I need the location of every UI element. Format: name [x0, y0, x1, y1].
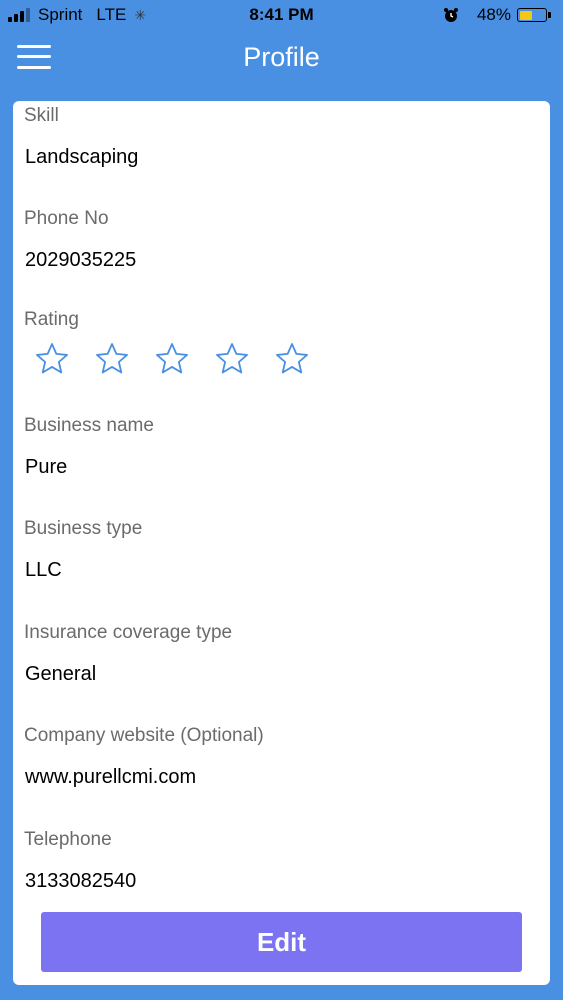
rating-label: Rating: [24, 309, 79, 330]
battery-nub: [548, 12, 551, 18]
page-title: Profile: [243, 42, 320, 72]
nav-bar: Profile: [0, 32, 563, 90]
phone-value: 2029035225: [25, 249, 137, 271]
rating-field: Rating: [24, 309, 334, 377]
website-label: Company website (Optional): [24, 725, 264, 746]
business-type-label: Business type: [24, 518, 143, 539]
edit-button[interactable]: Edit: [41, 912, 522, 972]
phone-label: Phone No: [24, 208, 109, 229]
website-field: Company website (Optional) www.purellcmi…: [24, 725, 264, 789]
skill-field: Skill Landscaping: [24, 105, 138, 169]
business-name-field: Business name Pure: [24, 415, 154, 479]
battery-fill: [519, 10, 532, 20]
status-right: 48%: [443, 5, 551, 25]
business-name-value: Pure: [25, 456, 68, 478]
phone-field: Phone No 2029035225: [24, 208, 136, 272]
status-bar: Sprint LTE ✳ 8:41 PM 48%: [0, 0, 563, 32]
insurance-field: Insurance coverage type General: [24, 622, 232, 686]
skill-label: Skill: [24, 105, 59, 126]
skill-value: Landscaping: [25, 146, 139, 168]
business-type-field: Business type LLC: [24, 518, 142, 582]
business-type-value: LLC: [25, 559, 62, 581]
telephone-field: Telephone 3133082540: [24, 829, 136, 893]
business-name-label: Business name: [24, 415, 154, 436]
star-icon[interactable]: [94, 341, 130, 377]
telephone-value: 3133082540: [25, 870, 137, 892]
star-icon[interactable]: [214, 341, 250, 377]
battery-icon: [517, 8, 547, 22]
website-value: www.purellcmi.com: [25, 766, 197, 788]
insurance-value: General: [25, 663, 97, 685]
star-icon[interactable]: [274, 341, 310, 377]
star-icon[interactable]: [34, 341, 70, 377]
profile-card: Skill Landscaping Phone No 2029035225 Ra…: [13, 101, 550, 985]
insurance-label: Insurance coverage type: [24, 622, 233, 643]
battery-percent: 48%: [476, 5, 511, 24]
alarm-clock-icon: [443, 8, 458, 22]
star-rating: [34, 341, 334, 377]
telephone-label: Telephone: [24, 829, 112, 850]
star-icon[interactable]: [154, 341, 190, 377]
